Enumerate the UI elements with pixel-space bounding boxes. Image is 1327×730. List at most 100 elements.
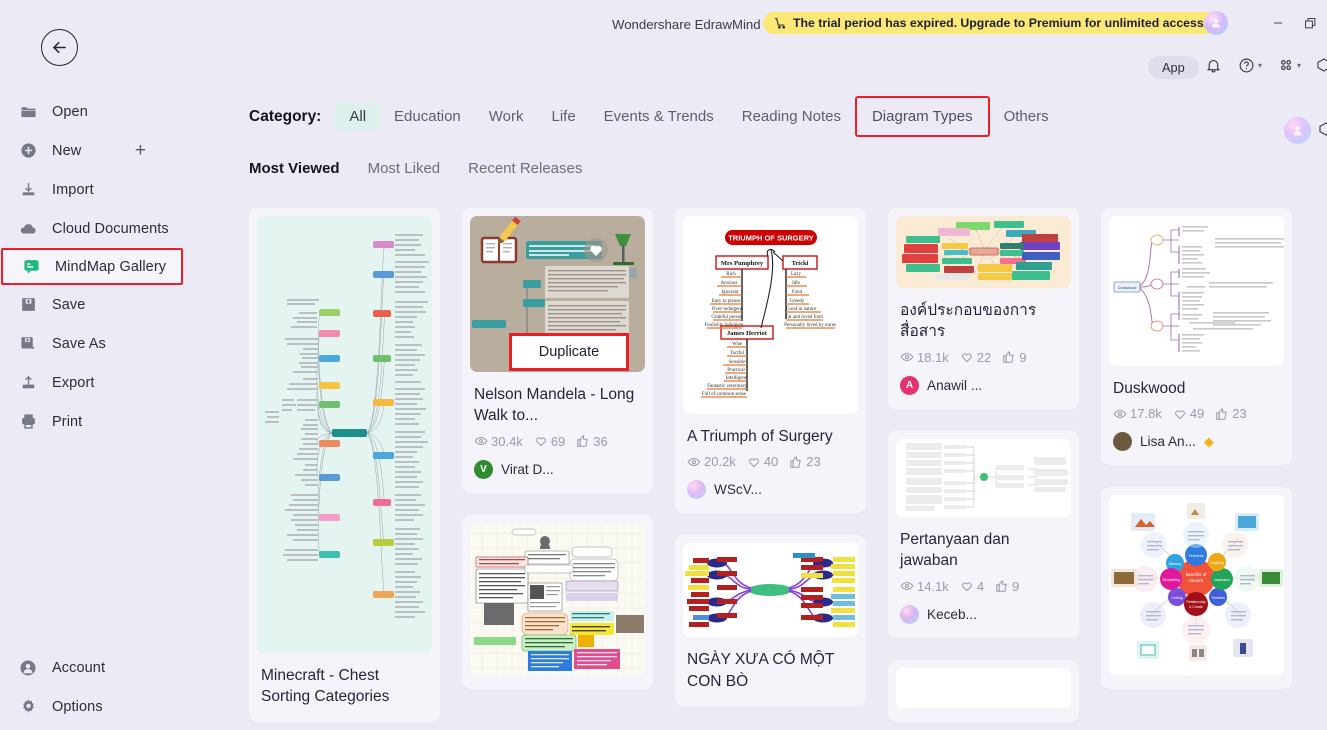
sort-tab-most-liked[interactable]: Most Liked: [368, 160, 441, 177]
sort-tab-most-viewed[interactable]: Most Viewed: [249, 160, 340, 177]
gallery-card-pertanyaan[interactable]: Pertanyaan dan jawaban 14.1k 4 9 Keceb..…: [888, 430, 1079, 638]
category-tab-events-trends[interactable]: Events & Trends: [590, 103, 728, 130]
thumbs-stat: 23: [1215, 406, 1247, 422]
extras-button[interactable]: [1316, 57, 1327, 73]
new-add-icon[interactable]: +: [135, 140, 146, 162]
sort-filter-bar: Most Viewed Most Liked Recent Releases: [249, 160, 582, 177]
maximize-button[interactable]: [1300, 14, 1320, 32]
sidebar-item-account[interactable]: Account: [0, 648, 212, 687]
likes-count: 69: [550, 433, 566, 449]
heart-icon: [961, 353, 972, 363]
sidebar-item-export[interactable]: Export: [0, 363, 212, 402]
app-switch-button[interactable]: App: [1148, 56, 1199, 79]
likes-count: 22: [976, 349, 992, 365]
cube-icon: [1319, 122, 1327, 136]
views-stat: 14.1k: [900, 579, 949, 594]
gallery-card-ngay-xua[interactable]: NGÀY XƯA CÓ MỘT CON BÒ: [675, 535, 866, 707]
back-button[interactable]: [41, 29, 78, 66]
user-avatar-secondary[interactable]: [1284, 117, 1311, 144]
extras-button-secondary[interactable]: [1318, 120, 1327, 138]
mindmap-preview: [896, 216, 1071, 288]
gallery-column-4: องค์ประกอบของการสื่อสาร 18.1k 22 9 A Ana…: [888, 208, 1079, 730]
card-author[interactable]: Lisa An... ◆: [1113, 432, 1280, 452]
category-tab-work[interactable]: Work: [475, 103, 538, 130]
sidebar-menu: Open New + Import Cloud Documents MindMa…: [0, 92, 212, 441]
views-count: 20.2k: [704, 454, 736, 470]
gallery-column-2: Duplicate Nelson Mandela - Long Walk to.…: [462, 208, 653, 730]
sidebar-item-cloud-documents[interactable]: Cloud Documents: [0, 209, 212, 248]
gallery-card-minecraft[interactable]: Minecraft - Chest Sorting Categories: [249, 208, 440, 722]
mindmap-preview: [683, 543, 858, 638]
folder-icon: [18, 102, 38, 122]
trial-banner-text: The trial period has expired. Upgrade to…: [793, 16, 1208, 30]
plus-circle-icon: [18, 141, 38, 161]
gallery-card-bubble-mindmap[interactable]: Benefits of camera Timeless Memory Story…: [1101, 487, 1292, 690]
svg-text:Relationship: Relationship: [1186, 600, 1205, 604]
duplicate-tooltip[interactable]: Duplicate: [509, 333, 629, 371]
category-tab-life[interactable]: Life: [537, 103, 589, 130]
window-title: Wondershare EdrawMind: [612, 17, 761, 32]
gallery-card-triumph-of-surgery[interactable]: TRIUMPH OF SURGERY Mrs Pumphrey Tricki J…: [675, 208, 866, 514]
notifications-button[interactable]: [1205, 57, 1222, 74]
avatar: A: [900, 375, 919, 395]
sidebar-item-save-as[interactable]: Save As: [0, 324, 212, 363]
mindmap-preview: Benefits of camera Timeless Memory Story…: [1109, 495, 1284, 676]
likes-count: 40: [763, 454, 779, 470]
svg-text:Fat and loved food: Fat and loved food: [785, 315, 823, 320]
card-stats: 14.1k 4 9: [900, 579, 1067, 594]
sidebar-item-import[interactable]: Import: [0, 170, 212, 209]
sidebar-item-label: Account: [52, 659, 106, 676]
sidebar-item-save[interactable]: Save: [0, 285, 212, 324]
views-count: 30.4k: [491, 433, 523, 449]
help-button[interactable]: ▾: [1238, 57, 1262, 74]
gallery-column-1: Minecraft - Chest Sorting Categories: [249, 208, 440, 730]
card-author[interactable]: A Anawil ...: [900, 375, 1067, 395]
likes-count: 4: [976, 578, 985, 594]
eye-icon: [687, 457, 701, 466]
views-stat: 18.1k: [900, 350, 949, 365]
apps-grid-button[interactable]: ▾: [1278, 57, 1301, 73]
question-circle-icon: [1239, 58, 1254, 73]
likes-stat: 22: [960, 350, 991, 365]
category-tab-diagram-types[interactable]: Diagram Types: [854, 96, 990, 137]
gallery-card-thai-communication[interactable]: องค์ประกอบของการสื่อสาร 18.1k 22 9 A Ana…: [888, 208, 1079, 409]
mindmap-preview: [896, 438, 1071, 517]
eye-icon: [474, 437, 488, 446]
sort-tab-recent-releases[interactable]: Recent Releases: [468, 160, 582, 177]
cart-icon: [775, 17, 786, 29]
avatar[interactable]: [1204, 11, 1228, 35]
category-tab-all[interactable]: All: [335, 103, 381, 130]
svg-text:Memory: Memory: [1169, 562, 1182, 566]
svg-text:Sensible: Sensible: [729, 360, 747, 365]
svg-text:Over-indulgent: Over-indulgent: [712, 307, 743, 312]
thumbs-stat: 9: [1002, 350, 1027, 365]
sidebar-item-open[interactable]: Open: [0, 92, 212, 131]
trial-expired-banner[interactable]: The trial period has expired. Upgrade to…: [763, 12, 1221, 34]
gallery-icon: [21, 257, 41, 277]
category-tab-reading-notes[interactable]: Reading Notes: [728, 103, 855, 130]
card-stats: 17.8k 49 23: [1113, 406, 1280, 421]
views-count: 14.1k: [917, 578, 949, 594]
category-tab-education[interactable]: Education: [380, 103, 475, 130]
minimize-button[interactable]: [1268, 14, 1288, 32]
category-tab-others[interactable]: Others: [990, 103, 1063, 130]
grid-icon: [1281, 60, 1291, 70]
sidebar-item-options[interactable]: Options: [0, 687, 212, 726]
sidebar-item-mindmap-gallery[interactable]: MindMap Gallery: [1, 248, 183, 285]
thumbs-count: 36: [593, 433, 608, 449]
gallery-card-partial[interactable]: [888, 659, 1079, 722]
card-author[interactable]: WScV...: [687, 480, 854, 500]
card-thumbnail: [470, 522, 645, 675]
sidebar-item-print[interactable]: Print: [0, 402, 212, 441]
thumbs-up-icon: [577, 435, 588, 448]
gallery-card-photo-collage[interactable]: [462, 514, 653, 689]
gallery-card-nelson-mandela[interactable]: Duplicate Nelson Mandela - Long Walk to.…: [462, 208, 653, 493]
card-author[interactable]: V Virat D...: [474, 459, 641, 479]
gallery-card-duskwood[interactable]: Duskwood Duskwood 17.8k 49 23 Lisa An...…: [1101, 208, 1292, 466]
save-as-icon: [18, 334, 38, 354]
sidebar-item-new[interactable]: New +: [0, 131, 212, 170]
card-author[interactable]: Keceb...: [900, 604, 1067, 624]
thumbs-count: 23: [1232, 406, 1247, 422]
heart-icon: [1174, 410, 1185, 420]
views-count: 17.8k: [1130, 406, 1162, 422]
